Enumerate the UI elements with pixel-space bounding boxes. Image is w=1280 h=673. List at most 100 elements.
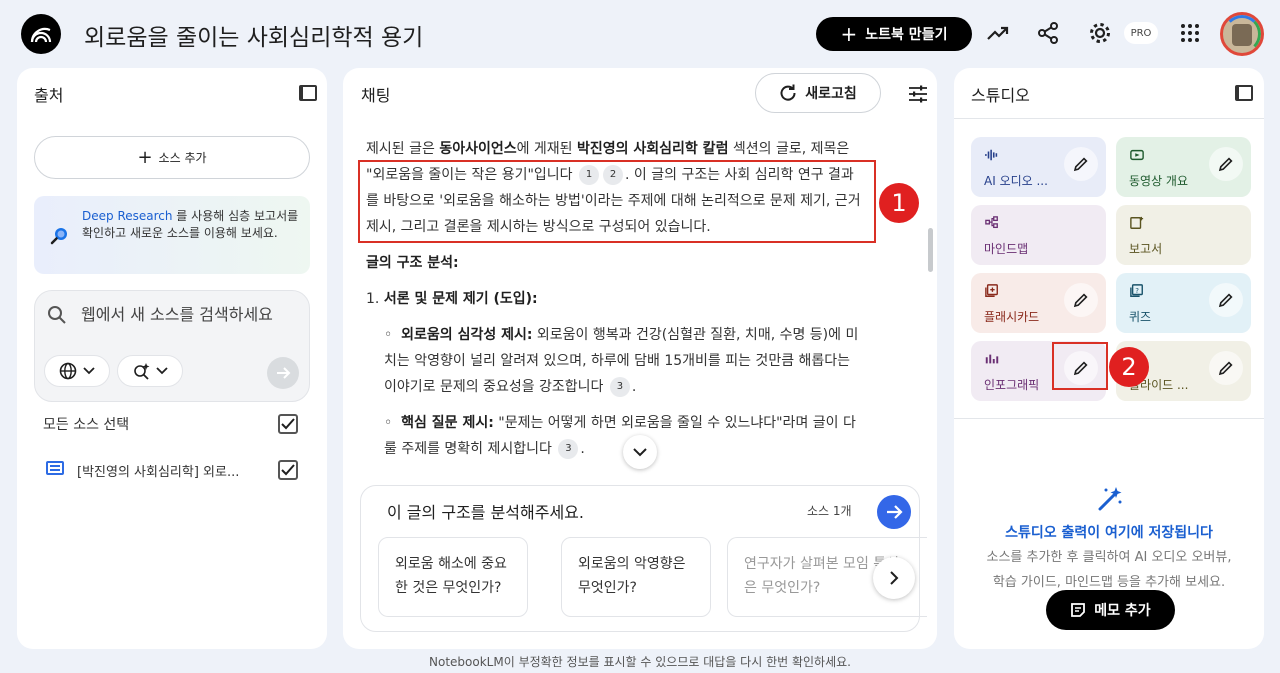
select-all-checkbox[interactable] <box>278 414 298 434</box>
search-submit-button[interactable] <box>267 357 299 389</box>
chevron-down-icon <box>156 367 168 375</box>
divider <box>954 418 1264 419</box>
section-heading: 1. 서론 및 문제 제기 (도입): <box>366 286 866 312</box>
annotation-box-2 <box>1052 342 1108 390</box>
annotation-number-2: 2 <box>1109 347 1149 387</box>
intro-text: 에 게재된 <box>516 141 578 157</box>
collapse-panel-icon[interactable] <box>1235 85 1253 101</box>
intro-bold: 동아사이언스 <box>439 141 517 157</box>
refresh-label: 새로고침 <box>805 86 857 102</box>
studio-tile-label: 마인드맵 <box>984 242 1029 256</box>
studio-tile-report[interactable]: 보고서 <box>1116 205 1251 265</box>
checkmark-icon <box>281 418 295 430</box>
add-memo-label: 메모 추가 <box>1094 603 1151 619</box>
studio-tile-video-overview[interactable]: 동영상 개요 <box>1116 137 1251 197</box>
report-icon <box>1130 216 1144 229</box>
disclaimer-text: NotebookLM이 부정확한 정보를 표시할 수 있으므로 대답을 다시 한… <box>429 655 851 669</box>
edit-button[interactable] <box>1209 283 1243 317</box>
citation-badge[interactable]: 3 <box>558 439 579 459</box>
studio-tile-label: 플래시카드 <box>984 310 1040 324</box>
studio-tile-flashcards[interactable]: 플래시카드 <box>971 273 1106 333</box>
studio-tile-label: 보고서 <box>1129 242 1163 256</box>
bullet-marker: ◦ <box>384 327 393 343</box>
studio-title: 스튜디오 <box>971 86 1030 105</box>
tune-settings-icon[interactable] <box>908 85 928 103</box>
edit-button[interactable] <box>1209 351 1243 385</box>
bullet-marker: ◦ <box>384 415 393 431</box>
avatar[interactable] <box>1220 12 1264 56</box>
source-count: 소스 1개 <box>807 504 852 518</box>
source-item-label[interactable]: [박진영의 사회심리학] 외로... <box>77 461 239 480</box>
section-number: 1. <box>366 291 384 307</box>
citation-badge[interactable]: 3 <box>609 377 630 397</box>
pencil-icon <box>1073 157 1088 172</box>
annotation-number-1: 1 <box>879 183 919 223</box>
edit-button[interactable] <box>1209 147 1243 181</box>
scrollbar[interactable] <box>928 228 933 272</box>
studio-tile-mind-map[interactable]: 마인드맵 <box>971 205 1106 265</box>
chevron-down-icon <box>83 367 95 375</box>
bullet-title: 핵심 질문 제시: <box>401 415 494 431</box>
deep-research-link[interactable]: Deep Research <box>82 209 172 223</box>
share-icon[interactable] <box>1035 20 1061 46</box>
search-icon <box>48 306 66 324</box>
video-overview-icon <box>1130 149 1144 161</box>
top-bar: 외로움을 줄이는 사회심리학적 용기 + 노트북 만들기 PRO <box>0 0 1280 66</box>
chat-composer: 이 글의 구조를 분석해주세요. 소스 1개 외로움 해소에 중요한 것은 무엇… <box>360 485 927 632</box>
next-suggestions-button[interactable] <box>873 557 915 599</box>
structure-heading-text: 글의 구조 분석: <box>366 255 459 271</box>
studio-tile-audio-overview[interactable]: AI 오디오 ... <box>971 137 1106 197</box>
chevron-right-icon <box>890 571 899 585</box>
web-source-search[interactable]: 웹에서 새 소스를 검색하세요 <box>34 290 310 402</box>
edit-button[interactable] <box>1064 283 1098 317</box>
empty-desc-line: 소스를 추가한 후 클릭하여 AI 오디오 오버뷰, <box>986 550 1232 565</box>
note-icon <box>1071 603 1086 617</box>
chat-panel: 채팅 새로고침 제시된 글은 동아사이언스에 게재된 박진영의 사회심리학 칼럼… <box>343 68 937 649</box>
chat-input[interactable]: 이 글의 구조를 분석해주세요. <box>387 499 584 523</box>
gear-icon[interactable] <box>1087 20 1113 46</box>
add-source-label: 소스 추가 <box>158 151 207 165</box>
divider <box>954 118 1264 119</box>
create-notebook-label: 노트북 만들기 <box>865 27 948 43</box>
intro-text: 제시된 글은 <box>366 141 440 157</box>
add-source-button[interactable]: + 소스 추가 <box>34 136 310 179</box>
deep-research-magnifier-icon <box>50 228 67 245</box>
studio-panel: 스튜디오 AI 오디오 ... 동영상 개요 마인드맵 보고서 플래시카드? 퀴즈 인포그래… <box>954 68 1264 649</box>
source-item-checkbox[interactable] <box>278 460 298 480</box>
deep-research-banner[interactable]: Deep Research 를 사용해 심층 보고서를 확인하고 새로운 소스를… <box>34 196 310 274</box>
analytics-icon[interactable] <box>985 20 1011 46</box>
scroll-to-bottom-button[interactable] <box>623 435 657 469</box>
sources-panel: 출처 + 소스 추가 Deep Research 를 사용해 심층 보고서를 확… <box>17 68 327 649</box>
edit-button[interactable] <box>1064 147 1098 181</box>
article-icon <box>46 461 64 475</box>
mind-map-icon <box>985 216 998 229</box>
refresh-button[interactable]: 새로고침 <box>755 73 881 113</box>
apps-grid-icon[interactable] <box>1177 20 1203 46</box>
search-input[interactable]: 웹에서 새 소스를 검색하세요 <box>81 303 281 327</box>
audio-overview-icon <box>985 149 998 161</box>
pencil-icon <box>1073 293 1088 308</box>
structure-heading: 글의 구조 분석: <box>366 250 866 276</box>
studio-tile-quiz[interactable]: ? 퀴즈 <box>1116 273 1251 333</box>
notebooklm-logo-icon[interactable] <box>21 14 61 54</box>
research-mode-dropdown[interactable] <box>117 355 183 387</box>
studio-tile-label: AI 오디오 ... <box>984 174 1048 188</box>
send-button[interactable] <box>877 495 911 529</box>
sparkle-search-icon <box>134 363 150 380</box>
create-notebook-button[interactable]: + 노트북 만들기 <box>816 17 972 51</box>
chevron-down-icon <box>633 448 647 457</box>
suggestion-chip[interactable]: 외로움 해소에 중요한 것은 무엇인가? <box>378 537 528 617</box>
sources-title: 출처 <box>34 86 64 105</box>
globe-icon <box>59 362 77 380</box>
web-source-dropdown[interactable] <box>44 355 110 387</box>
studio-tile-label: 동영상 개요 <box>1129 174 1189 188</box>
collapse-panel-icon[interactable] <box>299 85 317 101</box>
add-memo-button[interactable]: 메모 추가 <box>1046 590 1175 630</box>
notebook-title[interactable]: 외로움을 줄이는 사회심리학적 용기 <box>84 18 423 52</box>
suggestion-chip[interactable]: 외로움의 악영향은 무엇인가? <box>561 537 711 617</box>
pencil-icon <box>1218 361 1233 376</box>
flashcards-icon <box>985 284 998 297</box>
infographic-icon <box>985 354 999 364</box>
plus-icon: + <box>840 22 858 46</box>
select-all-label: 모든 소스 선택 <box>43 417 130 433</box>
